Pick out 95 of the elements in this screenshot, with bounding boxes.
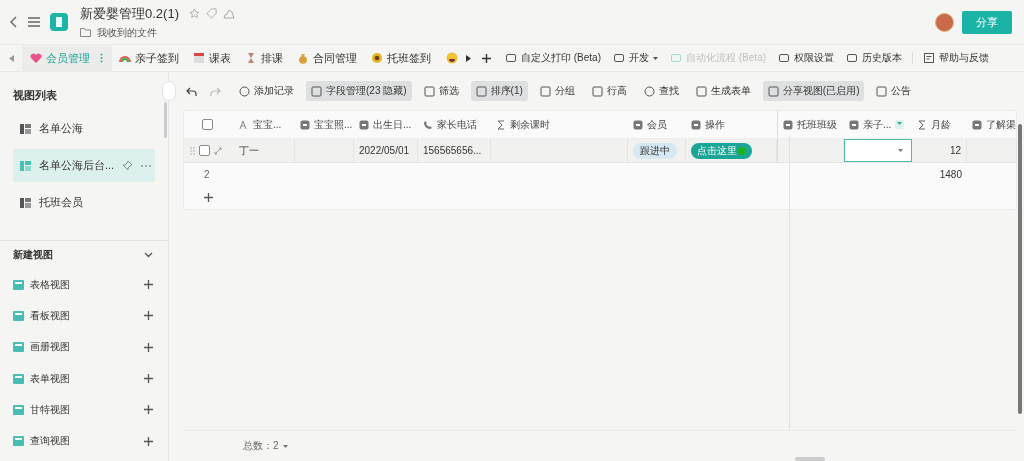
sidebar-heading: 视图列表 — [13, 88, 58, 103]
view-type-item[interactable]: 画册视图 — [13, 331, 155, 363]
cloud-icon[interactable] — [222, 8, 235, 19]
record-count: 2 — [203, 169, 210, 180]
caret-icon — [653, 56, 658, 60]
toolbar-button[interactable]: 分享视图(已启用) — [762, 81, 865, 101]
vertical-scrollbar[interactable] — [1018, 124, 1022, 414]
view-type-item[interactable]: 表单视图 — [13, 362, 155, 395]
formula-field-icon — [917, 119, 927, 130]
app-logo-icon — [50, 13, 68, 31]
toolbar-button[interactable]: 历史版本 — [840, 51, 909, 65]
column-header[interactable]: 剩余课时 — [491, 111, 628, 138]
drag-handle-icon[interactable] — [190, 146, 195, 155]
view-type-item[interactable]: 甘特视图 — [13, 394, 155, 426]
back-icon[interactable] — [10, 16, 18, 28]
pin-icon[interactable] — [122, 160, 134, 171]
toolbar-button[interactable]: 分组 — [534, 81, 580, 101]
horizontal-scrollbar[interactable] — [795, 457, 825, 461]
star-icon[interactable] — [188, 8, 200, 19]
column-header[interactable]: 了解渠 — [967, 111, 1017, 138]
plus-icon[interactable] — [144, 436, 153, 446]
toolbar-button[interactable]: 权限设置 — [772, 51, 841, 65]
cell-text: 156565656... — [423, 145, 482, 156]
toolbar-button[interactable]: 字段管理(23 隐藏) — [306, 81, 412, 101]
smiley-icon[interactable] — [446, 52, 458, 64]
view-item[interactable]: 名单公海 — [13, 112, 155, 145]
column-header[interactable]: 会员 — [628, 111, 686, 138]
column-header[interactable]: 亲子... — [844, 111, 912, 138]
document-title: 新爱婴管理0.2(1) — [80, 4, 179, 23]
row-checkbox[interactable] — [199, 145, 210, 156]
view-type-item[interactable]: 看板视图 — [13, 300, 155, 332]
toolbar-button[interactable]: 添加记录 — [234, 81, 299, 101]
column-header[interactable]: 宝宝照... — [295, 111, 354, 138]
column-header[interactable]: 操作 — [686, 111, 777, 138]
section-heading: 新建视图 — [13, 248, 53, 262]
filter-active-icon — [895, 120, 905, 129]
tab[interactable]: 合同管理 — [290, 44, 364, 72]
plus-icon[interactable] — [144, 405, 153, 415]
menu-icon[interactable] — [28, 17, 40, 27]
add-row-icon[interactable] — [204, 193, 213, 202]
plus-icon[interactable] — [144, 342, 153, 352]
toolbar-button[interactable]: 生成表单 — [690, 81, 756, 101]
summary-value: 1480 — [939, 169, 962, 180]
tab[interactable]: 亲子签到 — [112, 44, 186, 72]
toolbar-button[interactable]: 排序(1) — [470, 81, 528, 101]
expand-icon[interactable] — [214, 146, 222, 155]
more-icon[interactable] — [100, 53, 103, 63]
view-item[interactable]: 名单公海后台... — [13, 149, 155, 182]
toolbar-button[interactable]: 筛选 — [418, 81, 464, 101]
sunflower-icon — [371, 52, 383, 64]
help-button[interactable]: 帮助与反馈 — [917, 51, 996, 65]
plus-icon[interactable] — [144, 280, 153, 290]
view-type-item[interactable]: 查询视图 — [13, 425, 155, 457]
view-item[interactable]: 托班会员 — [13, 186, 155, 219]
toolbar-button[interactable]: 查找 — [638, 81, 684, 101]
add-tab-icon[interactable] — [482, 53, 491, 63]
toolbar-button[interactable]: 公告 — [871, 81, 917, 101]
scroll-right-icon[interactable] — [466, 54, 471, 62]
scroll-left-icon[interactable] — [9, 54, 14, 62]
column-header[interactable]: 出生日... — [354, 111, 418, 138]
cell-text: 12 — [949, 145, 961, 156]
cell-text: 2022/05/01 — [359, 145, 410, 156]
undo-icon[interactable] — [186, 86, 197, 96]
cell-text: 丁一 — [239, 143, 259, 158]
toolbar-button[interactable]: 自定义打印 (Beta) — [499, 51, 607, 65]
money-bag-icon — [297, 52, 309, 64]
tab[interactable]: 课表 — [186, 44, 238, 72]
folder-link[interactable]: 我收到的文件 — [97, 25, 157, 40]
formula-field-icon — [496, 119, 506, 130]
view-type-item[interactable]: 表格视图 — [13, 269, 155, 301]
dropdown-field[interactable] — [844, 139, 912, 162]
toolbar-button[interactable]: 行高 — [586, 81, 632, 101]
calendar-icon — [193, 52, 205, 64]
total-count[interactable]: 总数：2 — [243, 439, 279, 453]
caret-icon — [898, 149, 903, 152]
chevron-down-icon[interactable] — [144, 252, 153, 258]
column-header[interactable]: 月龄 — [912, 111, 967, 138]
column-header[interactable]: 家长电话 — [418, 111, 491, 138]
message-icon — [923, 52, 936, 64]
heart-icon — [30, 52, 42, 64]
text-field-icon — [239, 119, 249, 130]
plus-icon[interactable] — [144, 374, 153, 384]
phone-field-icon — [423, 119, 433, 130]
tab[interactable]: 排课 — [238, 44, 290, 72]
status-tag: 跟进中 — [633, 142, 677, 159]
plus-icon[interactable] — [144, 311, 153, 321]
avatar[interactable] — [935, 12, 954, 32]
hourglass-icon — [245, 52, 257, 64]
more-icon[interactable] — [141, 164, 152, 167]
column-header[interactable]: 宝宝... — [234, 111, 295, 138]
tab[interactable]: 托班签到 — [364, 44, 438, 72]
caret-icon[interactable] — [282, 444, 288, 448]
column-header[interactable]: 托班班级 — [777, 111, 844, 138]
select-all-checkbox[interactable] — [202, 119, 213, 130]
toolbar-button[interactable]: 开发 — [607, 51, 664, 65]
